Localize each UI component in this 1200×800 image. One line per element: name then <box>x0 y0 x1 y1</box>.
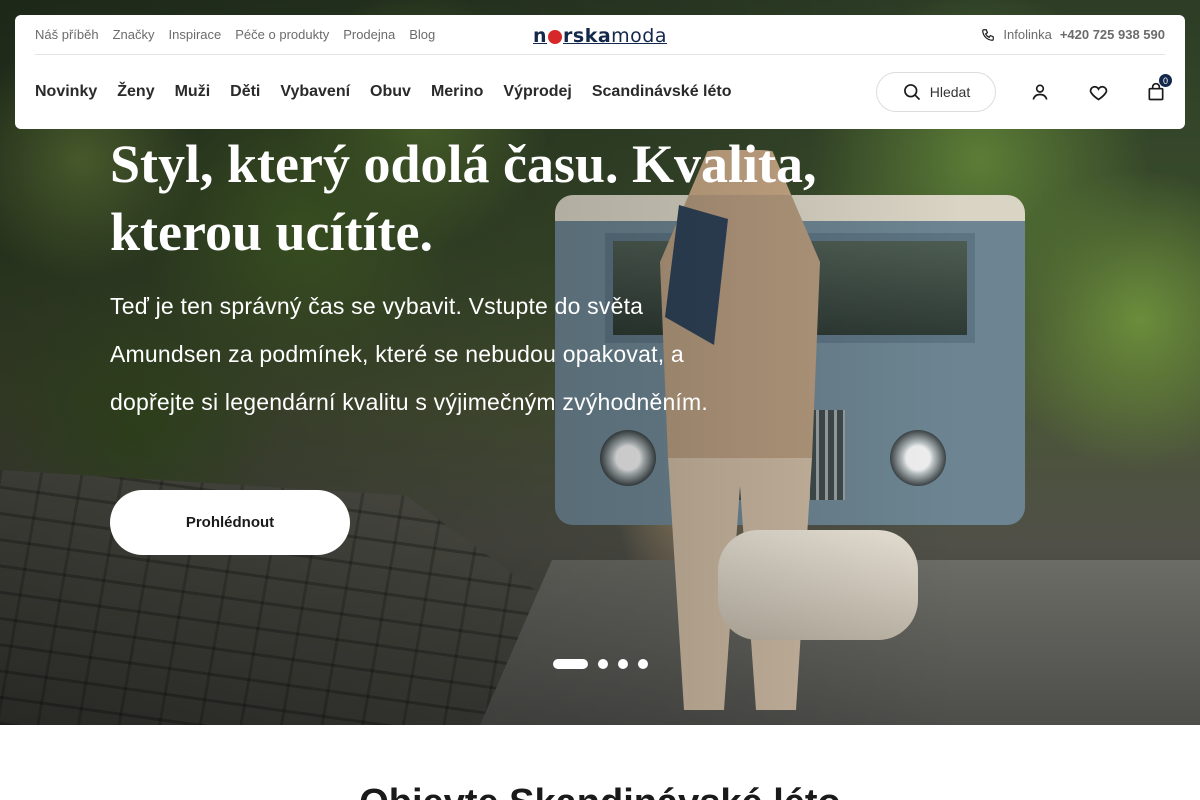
site-logo[interactable]: n rska moda <box>533 25 667 47</box>
nav-item-merino[interactable]: Merino <box>431 83 483 101</box>
nav-item-new[interactable]: Novinky <box>35 83 97 101</box>
header-actions: Hledat 0 <box>876 72 1172 112</box>
category-menu: Novinky Ženy Muži Děti Vybavení Obuv Mer… <box>35 83 731 101</box>
hero-subtitle: Teď je ten správný čas se vybavit. Vstup… <box>110 293 708 415</box>
infoline-phone[interactable]: +420 725 938 590 <box>1060 27 1165 42</box>
top-link-brands[interactable]: Značky <box>113 27 155 42</box>
top-link-blog[interactable]: Blog <box>409 27 435 42</box>
cart-button[interactable]: 0 <box>1142 74 1172 106</box>
nav-item-men[interactable]: Muži <box>175 83 211 101</box>
search-button[interactable]: Hledat <box>876 72 996 112</box>
nav-item-shoes[interactable]: Obuv <box>370 83 411 101</box>
user-icon <box>1032 84 1048 100</box>
logo-text: rska <box>563 25 612 47</box>
search-icon <box>903 84 920 101</box>
carousel-dot[interactable] <box>598 659 608 669</box>
nav-item-women[interactable]: Ženy <box>117 83 154 101</box>
top-link-story[interactable]: Náš příběh <box>35 27 99 42</box>
carousel-dot-active[interactable] <box>553 659 588 669</box>
section-title: Objevte Skandinávské léto <box>0 782 1200 800</box>
site-header: Náš příběh Značky Inspirace Péče o produ… <box>15 15 1185 129</box>
top-link-product-care[interactable]: Péče o produkty <box>235 27 329 42</box>
logo-text: moda <box>611 25 668 47</box>
nav-item-scandinavian-summer[interactable]: Scandinávské léto <box>592 83 732 101</box>
wishlist-button[interactable] <box>1084 78 1112 106</box>
nav-item-sale[interactable]: Výprodej <box>503 83 571 101</box>
main-nav: Novinky Ženy Muži Děti Vybavení Obuv Mer… <box>35 55 1172 129</box>
infoline-label: Infolinka <box>1003 27 1052 42</box>
carousel-dot[interactable] <box>618 659 628 669</box>
carousel-dots <box>553 659 648 669</box>
account-button[interactable] <box>1026 78 1054 106</box>
logo-text: n <box>532 25 548 47</box>
top-link-inspiration[interactable]: Inspirace <box>169 27 222 42</box>
hero-title: Styl, který odolá času. Kvalita, kterou … <box>110 134 817 262</box>
top-links: Náš příběh Značky Inspirace Péče o produ… <box>35 27 435 42</box>
top-bar: Náš příběh Značky Inspirace Péče o produ… <box>35 15 1165 55</box>
nav-item-kids[interactable]: Děti <box>230 83 260 101</box>
nav-item-equipment[interactable]: Vybavení <box>280 83 350 101</box>
top-link-store[interactable]: Prodejna <box>343 27 395 42</box>
infoline: Infolinka +420 725 938 590 <box>981 27 1165 42</box>
browse-button[interactable]: Prohlédnout <box>110 490 350 555</box>
cart-count-badge: 0 <box>1159 74 1172 87</box>
search-label: Hledat <box>929 84 971 100</box>
logo-dot-icon <box>548 30 563 44</box>
phone-icon <box>982 28 995 41</box>
carousel-dot[interactable] <box>638 659 648 669</box>
heart-icon <box>1089 85 1107 101</box>
